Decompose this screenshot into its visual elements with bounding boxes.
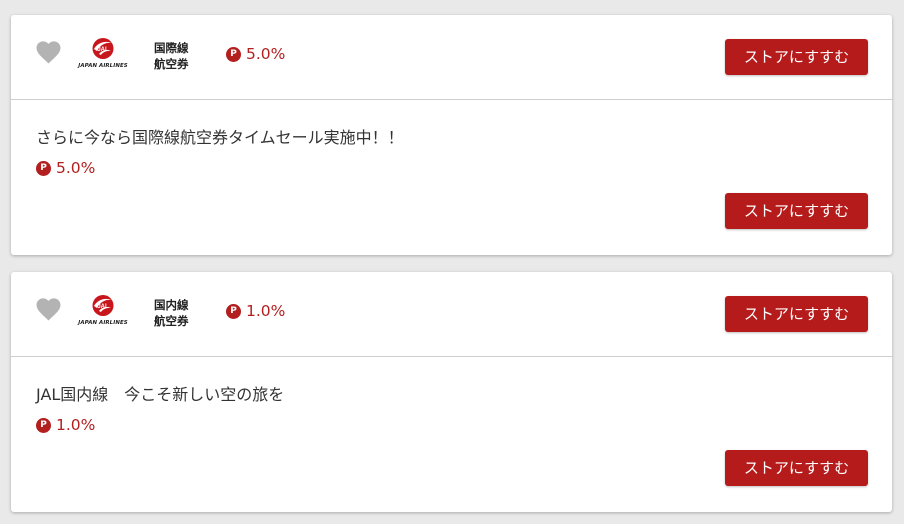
logo-text: JAPAN AIRLINES [78, 63, 128, 69]
store-name: 国内線 航空券 [154, 297, 202, 329]
heart-icon[interactable] [36, 41, 61, 64]
go-to-store-button[interactable]: ストアにすすむ [725, 296, 868, 332]
store-card: JAL JAPAN AIRLINES 国内線 航空券 P 1.0% ストアにすす… [11, 272, 892, 512]
point-rate: P 5.0% [226, 44, 285, 64]
point-rate: P 1.0% [226, 301, 285, 321]
campaign-point-rate-value: 1.0% [56, 416, 96, 434]
store-card: JAL JAPAN AIRLINES 国際線 航空券 P 5.0% ストアにすす… [11, 15, 892, 255]
heart-icon[interactable] [36, 298, 61, 321]
point-rate-value: 1.0% [246, 302, 286, 320]
store-card-header: JAL JAPAN AIRLINES 国内線 航空券 P 1.0% ストアにすす… [11, 272, 892, 357]
store-name-line1: 国内線 [154, 298, 189, 312]
campaign-point-rate: P 5.0% [36, 158, 95, 178]
point-icon: P [226, 46, 241, 62]
crane-logo-icon: JAL [92, 38, 114, 59]
go-to-store-button[interactable]: ストアにすすむ [725, 39, 868, 75]
go-to-store-button[interactable]: ストアにすすむ [725, 450, 868, 486]
jal-logo: JAL JAPAN AIRLINES [75, 37, 131, 71]
svg-text:JAL: JAL [97, 47, 109, 53]
store-card-header: JAL JAPAN AIRLINES 国際線 航空券 P 5.0% ストアにすす… [11, 15, 892, 100]
logo-text: JAPAN AIRLINES [78, 320, 128, 326]
campaign-point-rate-value: 5.0% [56, 159, 96, 177]
campaign-description: さらに今なら国際線航空券タイムセール実施中！！ [36, 128, 404, 147]
store-name-line2: 航空券 [154, 57, 189, 71]
point-rate-value: 5.0% [246, 45, 286, 63]
store-name-line1: 国際線 [154, 41, 189, 55]
store-name: 国際線 航空券 [154, 40, 202, 72]
point-icon: P [36, 417, 51, 433]
campaign-description: JAL国内線 今こそ新しい空の旅を [36, 385, 285, 404]
point-icon: P [36, 160, 51, 176]
store-name-line2: 航空券 [154, 314, 189, 328]
point-icon: P [226, 303, 241, 319]
crane-logo-icon: JAL [92, 295, 114, 316]
svg-text:JAL: JAL [97, 304, 109, 310]
go-to-store-button[interactable]: ストアにすすむ [725, 193, 868, 229]
jal-logo: JAL JAPAN AIRLINES [75, 294, 131, 328]
campaign-point-rate: P 1.0% [36, 415, 95, 435]
